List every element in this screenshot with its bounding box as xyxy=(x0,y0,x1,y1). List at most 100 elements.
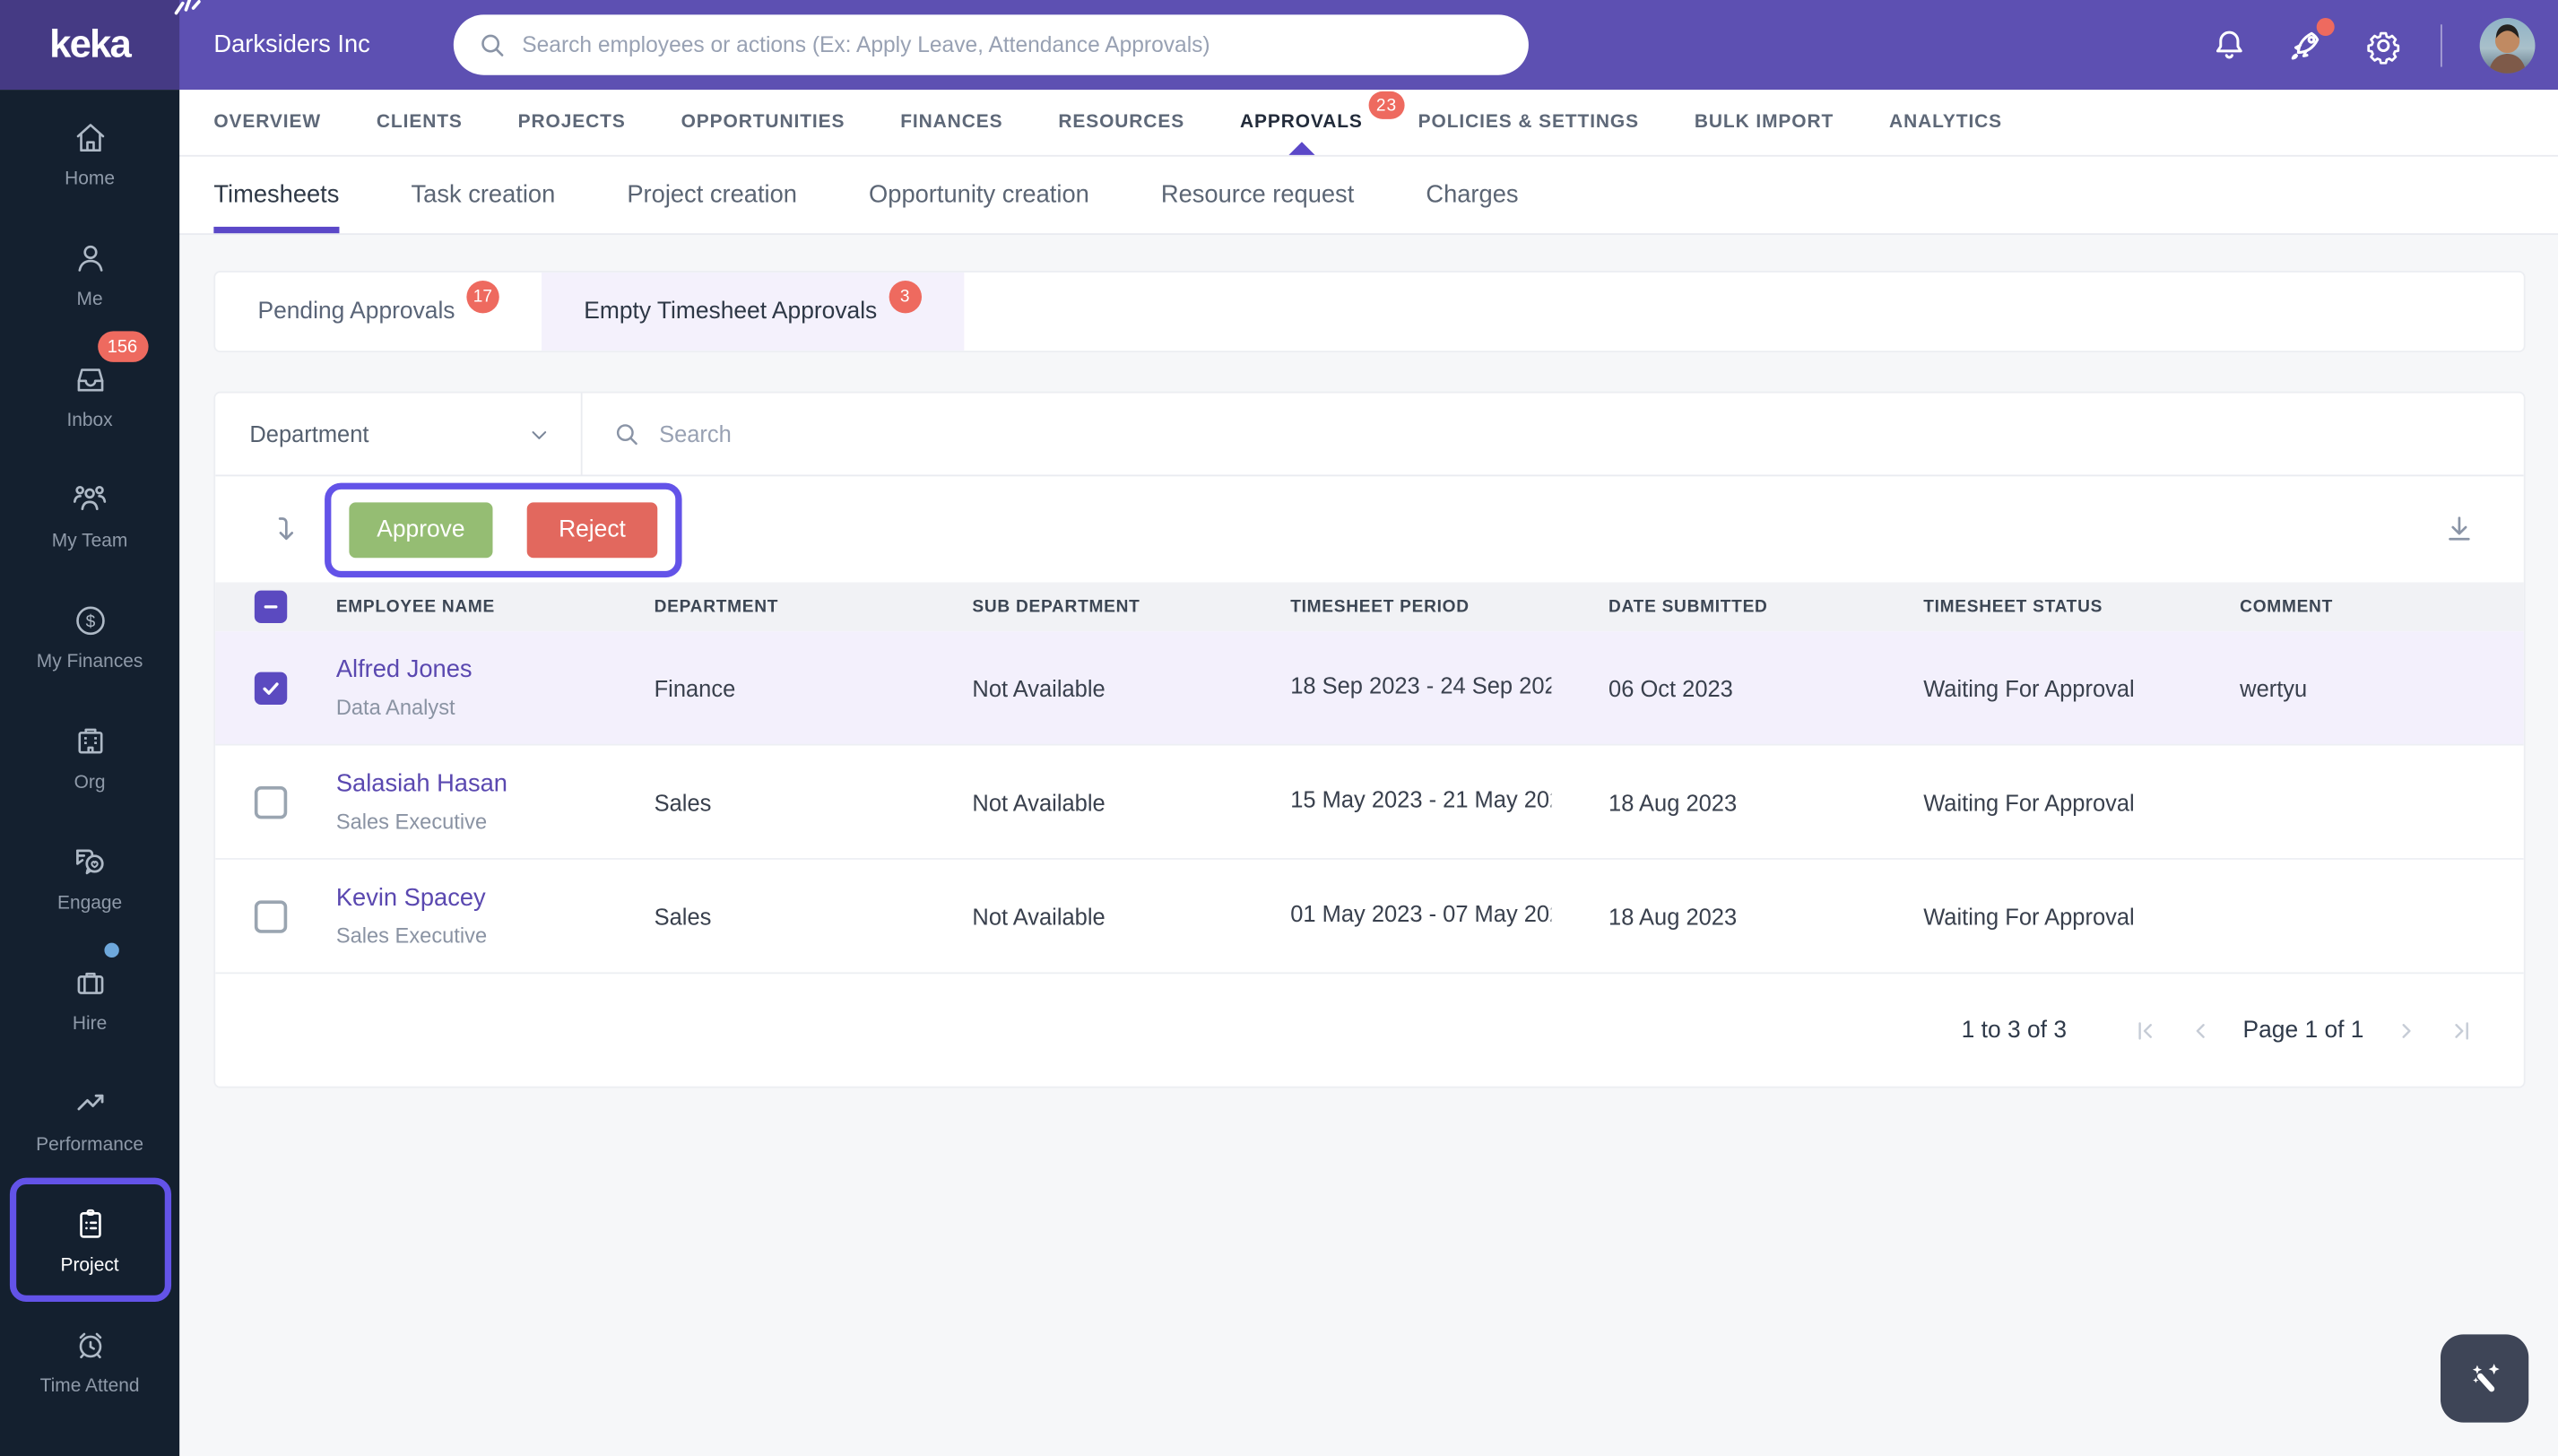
previous-page-icon[interactable] xyxy=(2188,1017,2214,1043)
notifications-bell-icon[interactable] xyxy=(2210,26,2248,64)
cell-sub-department: Not Available xyxy=(972,903,1106,930)
col-date-submitted: DATE SUBMITTED xyxy=(1609,596,1768,617)
keka-logo[interactable]: keka xyxy=(0,0,201,91)
pagination-bar: 1 to 3 of 3 Page 1 of 1 xyxy=(215,974,2524,1087)
nav-tab-opportunities[interactable]: OPPORTUNITIES xyxy=(681,90,845,155)
sidebar-item-org[interactable]: Org xyxy=(11,697,169,818)
subtab-charges[interactable]: Charges xyxy=(1426,157,1518,234)
select-all-checkbox[interactable] xyxy=(254,590,288,624)
col-comment: COMMENT xyxy=(2240,596,2333,617)
settings-gear-icon[interactable] xyxy=(2363,25,2403,65)
sidebar-item-home[interactable]: Home xyxy=(11,93,169,214)
reject-button[interactable]: Reject xyxy=(526,501,658,558)
sidebar-item-time-attend[interactable]: Time Attend xyxy=(11,1300,169,1421)
chevron-down-icon xyxy=(532,430,547,438)
assistant-wand-button[interactable] xyxy=(2440,1334,2529,1423)
first-page-icon[interactable] xyxy=(2132,1017,2158,1043)
subtab-opportunity-creation[interactable]: Opportunity creation xyxy=(869,157,1089,234)
table-search-input[interactable] xyxy=(659,420,2495,447)
whats-new-rocket-icon[interactable] xyxy=(2285,18,2335,65)
sidebar-item-my-finances[interactable]: $ My Finances xyxy=(11,576,169,697)
cell-comment: wertyu xyxy=(2240,674,2308,701)
sort-descending-icon[interactable] xyxy=(269,512,303,546)
employee-role: Data Analyst xyxy=(335,695,455,720)
inbox-count-badge: 156 xyxy=(97,331,148,362)
svg-text:$: $ xyxy=(85,611,95,630)
engage-chat-icon xyxy=(76,849,104,875)
nav-tab-overview[interactable]: OVERVIEW xyxy=(213,90,321,155)
nav-tab-resources[interactable]: RESOURCES xyxy=(1058,90,1184,155)
empty-timesheet-approvals-count: 3 xyxy=(889,280,922,314)
timesheet-approvals-card: Department Approve Reject EMPLOYEE NAME … xyxy=(213,391,2526,1088)
cell-timesheet-status: Waiting For Approval xyxy=(1923,788,2135,815)
project-clipboard-icon xyxy=(79,1208,100,1237)
table-search[interactable] xyxy=(583,394,2524,475)
approvals-count-badge: 23 xyxy=(1367,91,1406,119)
nav-tab-clients[interactable]: CLIENTS xyxy=(377,90,463,155)
tab-empty-timesheet-approvals[interactable]: Empty Timesheet Approvals 3 xyxy=(541,272,964,351)
nav-tab-analytics[interactable]: ANALYTICS xyxy=(1889,90,2002,155)
cell-timesheet-period: 18 Sep 2023 - 24 Sep 2023 xyxy=(1290,672,1552,698)
approve-button[interactable]: Approve xyxy=(349,501,493,558)
topbar: keka Darksiders Inc xyxy=(0,0,2558,91)
nav-tab-bulk-import[interactable]: BULK IMPORT xyxy=(1695,90,1834,155)
row-checkbox-unchecked[interactable] xyxy=(254,785,288,819)
search-icon xyxy=(481,34,504,56)
pagination-range: 1 to 3 of 3 xyxy=(1961,1017,2068,1044)
employee-name-link[interactable]: Salasiah Hasan xyxy=(336,770,655,798)
department-filter-dropdown[interactable]: Department xyxy=(215,393,583,475)
last-page-icon[interactable] xyxy=(2449,1017,2475,1043)
sidebar-item-engage[interactable]: Engage xyxy=(11,818,169,939)
sidebar-item-my-team[interactable]: My Team xyxy=(11,455,169,576)
nav-tab-approvals[interactable]: APPROVALS 23 xyxy=(1239,90,1406,155)
row-checkbox-unchecked[interactable] xyxy=(254,899,288,932)
sidebar-item-project[interactable]: Project xyxy=(9,1177,171,1302)
nav-tab-policies-settings[interactable]: POLICIES & SETTINGS xyxy=(1418,90,1639,155)
active-tab-pointer xyxy=(1288,142,1314,155)
user-avatar[interactable] xyxy=(2479,17,2536,73)
keka-logo-text: keka xyxy=(49,22,132,66)
col-timesheet-period: TIMESHEET PERIOD xyxy=(1290,596,1470,617)
global-search-input[interactable] xyxy=(522,32,1516,57)
department-filter-label: Department xyxy=(249,420,369,447)
subtab-project-creation[interactable]: Project creation xyxy=(627,157,797,234)
col-sub-department: SUB DEPARTMENT xyxy=(972,596,1140,617)
subtab-timesheets[interactable]: Timesheets xyxy=(213,157,339,234)
employee-name-link[interactable]: Alfred Jones xyxy=(336,655,655,683)
table-row: Salasiah Hasan Sales Executive Sales Not… xyxy=(215,745,2524,860)
row-checkbox-checked[interactable] xyxy=(254,671,288,705)
hire-notification-dot xyxy=(103,942,118,958)
approvals-subnav: Timesheets Task creation Project creatio… xyxy=(0,156,2558,236)
sidebar-item-performance[interactable]: Performance xyxy=(11,1059,169,1180)
pending-approvals-label: Pending Approvals xyxy=(257,298,455,325)
subtab-resource-request[interactable]: Resource request xyxy=(1161,157,1354,234)
table-row: Kevin Spacey Sales Executive Sales Not A… xyxy=(215,859,2524,975)
employee-name-link[interactable]: Kevin Spacey xyxy=(336,884,655,912)
nav-tab-approvals-label: APPROVALS xyxy=(1239,112,1363,133)
sidebar-item-inbox[interactable]: 156 Inbox xyxy=(11,331,169,455)
nav-tab-finances[interactable]: FINANCES xyxy=(900,90,1002,155)
table-row: Alfred Jones Data Analyst Finance Not Av… xyxy=(215,631,2524,746)
download-icon[interactable] xyxy=(2442,512,2476,546)
org-building-icon xyxy=(77,727,102,753)
cell-timesheet-period: 15 May 2023 - 21 May 2023 xyxy=(1290,786,1552,813)
rocket-badge-dot xyxy=(2316,18,2335,37)
approval-type-tabs: Pending Approvals 17 Empty Timesheet App… xyxy=(213,271,2526,353)
subtab-task-creation[interactable]: Task creation xyxy=(411,157,555,234)
global-search[interactable] xyxy=(453,14,1529,75)
cell-date-submitted: 06 Oct 2023 xyxy=(1609,674,1733,701)
empty-timesheet-approvals-label: Empty Timesheet Approvals xyxy=(584,298,878,325)
next-page-icon[interactable] xyxy=(2393,1017,2419,1043)
nav-tab-projects[interactable]: PROJECTS xyxy=(518,90,626,155)
sidebar-item-me[interactable]: Me xyxy=(11,213,169,334)
cell-department: Sales xyxy=(654,788,712,815)
sidebar: Home Me 156 Inbox My Team $ My Finances … xyxy=(0,90,180,1456)
home-icon xyxy=(75,123,104,152)
tab-pending-approvals[interactable]: Pending Approvals 17 xyxy=(215,273,542,351)
sidebar-item-hire[interactable]: Hire xyxy=(11,938,169,1059)
col-employee-name: EMPLOYEE NAME xyxy=(335,596,496,617)
col-timesheet-status: TIMESHEET STATUS xyxy=(1923,596,2103,617)
cell-sub-department: Not Available xyxy=(972,674,1106,701)
filter-row: Department xyxy=(215,393,2524,477)
cell-timesheet-status: Waiting For Approval xyxy=(1923,674,2135,701)
